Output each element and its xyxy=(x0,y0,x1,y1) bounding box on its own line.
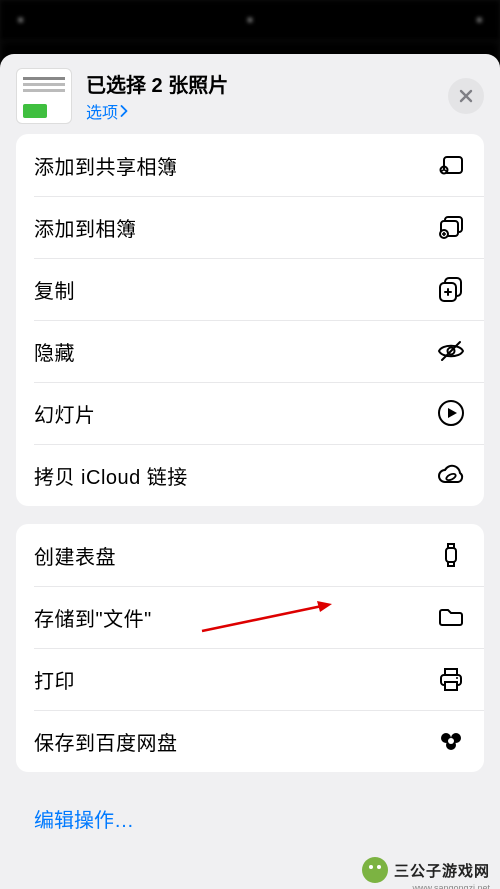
edit-actions[interactable]: 编辑操作… xyxy=(16,788,484,849)
play-circle-icon xyxy=(436,398,466,428)
watermark: 三公子游戏网 xyxy=(362,857,490,883)
row-print[interactable]: 打印 xyxy=(16,648,484,710)
watermark-logo-icon xyxy=(362,857,388,883)
row-hide[interactable]: 隐藏 xyxy=(16,320,484,382)
row-label: 幻灯片 xyxy=(34,399,96,428)
row-add-album[interactable]: 添加到相簿 xyxy=(16,196,484,258)
row-label: 存储到"文件" xyxy=(34,603,152,632)
row-label: 创建表盘 xyxy=(34,541,116,570)
album-add-icon xyxy=(436,212,466,242)
status-bar: ••• xyxy=(0,0,500,40)
baidu-cloud-icon xyxy=(436,726,466,756)
row-save-to-files[interactable]: 存储到"文件" xyxy=(16,586,484,648)
watch-icon xyxy=(436,540,466,570)
row-label: 打印 xyxy=(34,665,75,694)
row-label: 添加到相簿 xyxy=(34,213,137,242)
selection-thumbnail xyxy=(16,68,72,124)
print-icon xyxy=(436,664,466,694)
action-group-1: 创建表盘 存储到"文件" 打印 保存到百度网盘 xyxy=(16,524,484,772)
row-save-baidu[interactable]: 保存到百度网盘 xyxy=(16,710,484,772)
watermark-text: 三公子游戏网 xyxy=(394,860,490,881)
options-link[interactable]: 选项 xyxy=(86,99,129,123)
row-label: 拷贝 iCloud 链接 xyxy=(34,461,188,490)
sheet-title: 已选择 2 张照片 xyxy=(86,69,434,98)
sheet-header: 已选择 2 张照片 选项 xyxy=(0,54,500,134)
close-button[interactable] xyxy=(448,78,484,114)
action-group-0: 添加到共享相簿 添加到相簿 复制 隐藏 xyxy=(16,134,484,506)
row-create-watchface[interactable]: 创建表盘 xyxy=(16,524,484,586)
edit-label: 编辑操作… xyxy=(34,810,134,832)
row-label: 保存到百度网盘 xyxy=(34,727,178,756)
options-label: 选项 xyxy=(86,99,118,123)
row-copy[interactable]: 复制 xyxy=(16,258,484,320)
row-slideshow[interactable]: 幻灯片 xyxy=(16,382,484,444)
copy-plus-icon xyxy=(436,274,466,304)
row-add-shared-album[interactable]: 添加到共享相簿 xyxy=(16,134,484,196)
chevron-right-icon xyxy=(120,105,129,117)
row-icloud-link[interactable]: 拷贝 iCloud 链接 xyxy=(16,444,484,506)
person-album-icon xyxy=(436,150,466,180)
row-label: 隐藏 xyxy=(34,337,75,366)
close-icon xyxy=(458,88,474,104)
share-sheet: 已选择 2 张照片 选项 添加到共享相簿 添加到相簿 xyxy=(0,54,500,889)
cloud-link-icon xyxy=(436,460,466,490)
watermark-url: www.sangongzi.net xyxy=(412,883,490,889)
folder-icon xyxy=(436,602,466,632)
row-label: 添加到共享相簿 xyxy=(34,151,178,180)
eye-slash-icon xyxy=(436,336,466,366)
actions-scroll[interactable]: 添加到共享相簿 添加到相簿 复制 隐藏 xyxy=(0,134,500,889)
row-label: 复制 xyxy=(34,275,75,304)
